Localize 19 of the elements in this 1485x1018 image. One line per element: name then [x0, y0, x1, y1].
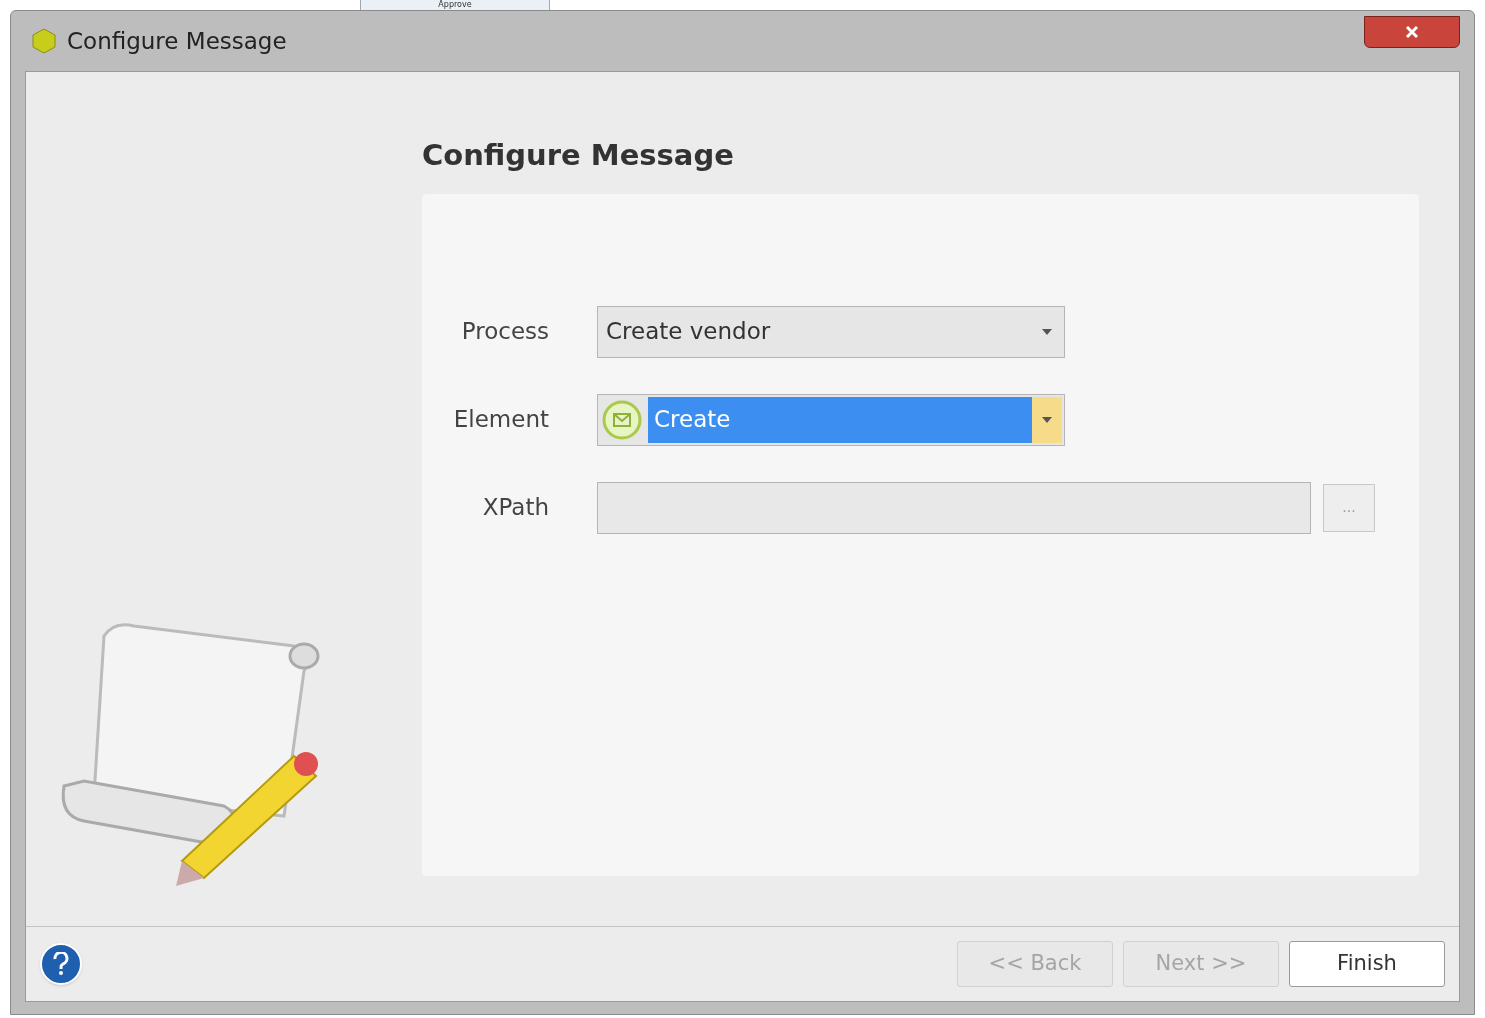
xpath-input-field[interactable]: [597, 481, 1311, 534]
close-button[interactable]: [1364, 16, 1460, 48]
caret-icon: [1042, 416, 1052, 423]
close-icon: [1405, 25, 1419, 39]
help-icon: [53, 952, 69, 976]
field-label: XPath: [481, 493, 550, 523]
dropdown-field[interactable]: Create: [597, 393, 1065, 446]
field-label: Process: [460, 317, 550, 347]
dropdown-field[interactable]: Create vendor: [597, 305, 1065, 358]
browse-button[interactable]: ...: [1323, 483, 1375, 532]
field-label: Element: [452, 405, 550, 435]
caret-icon: [1042, 328, 1052, 335]
hexagon-icon: [31, 28, 57, 54]
page-heading: Configure Message: [422, 137, 735, 174]
window-title: Configure Message: [67, 26, 287, 56]
wizard-button[interactable]: Finish: [1289, 941, 1445, 987]
dropdown-value: Create: [648, 396, 1032, 443]
help-button[interactable]: [40, 943, 82, 985]
dropdown-value: Create vendor: [605, 317, 772, 347]
